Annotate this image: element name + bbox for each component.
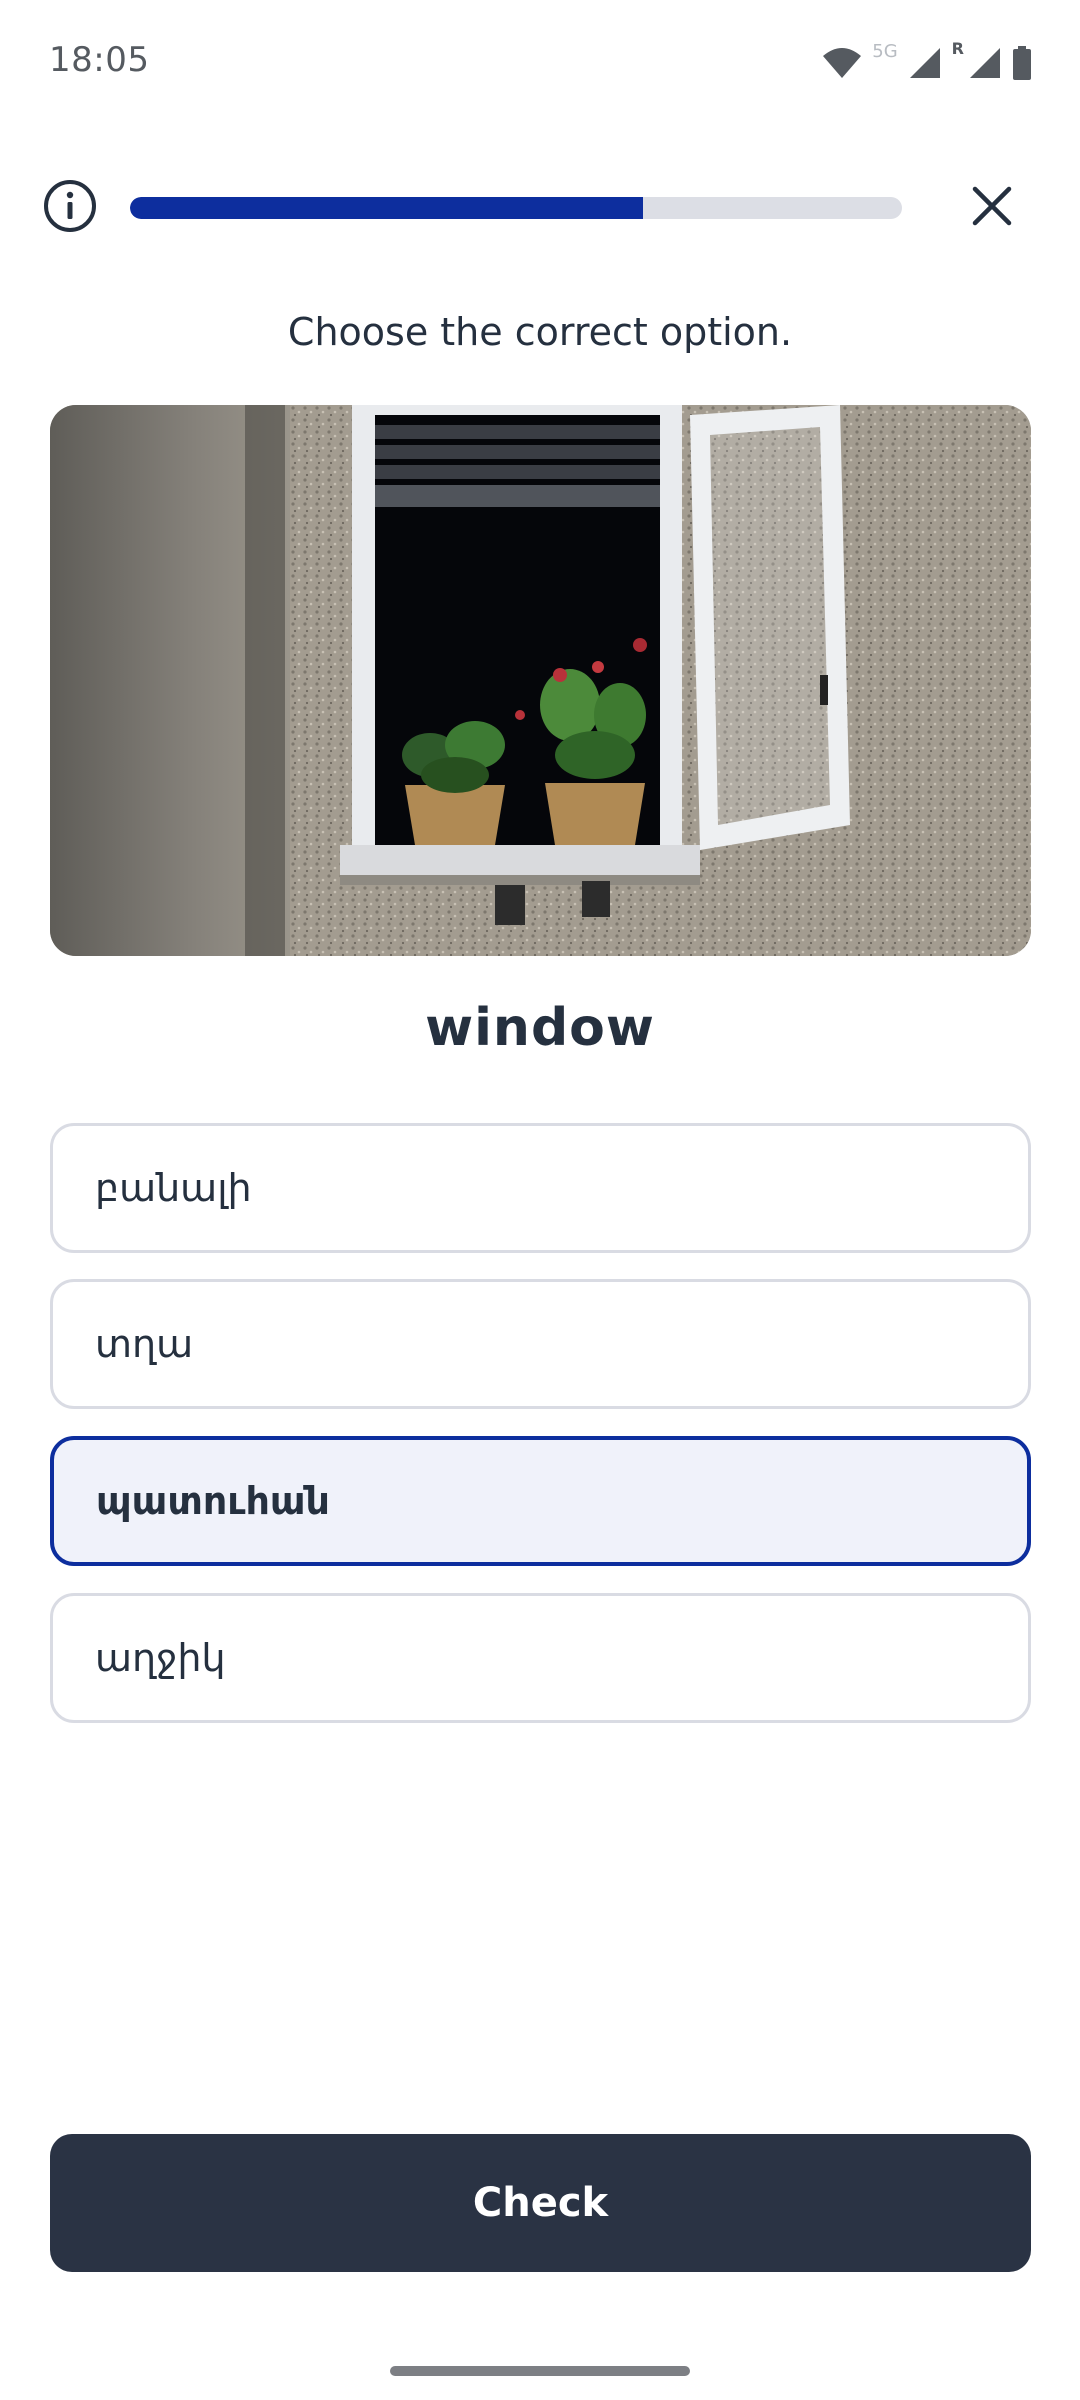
answer-option-label: տղա [95, 1322, 194, 1366]
wifi-icon [822, 46, 862, 80]
check-button-label: Check [472, 2180, 609, 2226]
answer-option[interactable]: աղջիկ [50, 1593, 1031, 1723]
check-button[interactable]: Check [50, 2134, 1031, 2272]
answer-option[interactable]: տղա [50, 1279, 1031, 1409]
battery-icon [1012, 46, 1032, 80]
close-icon [972, 186, 1012, 230]
info-icon [43, 179, 97, 237]
status-bar: 18:05 5G R [0, 0, 1080, 125]
answer-option-label: աղջիկ [95, 1636, 226, 1680]
info-button[interactable] [42, 180, 98, 236]
close-button[interactable] [962, 178, 1022, 238]
signal-icon [908, 46, 942, 80]
prompt-word: window [425, 998, 655, 1058]
lesson-screen: 18:05 5G R Choose the correct option. wi… [0, 0, 1080, 2400]
lesson-progress-fill [130, 197, 644, 219]
answer-option-label: բանալի [95, 1166, 252, 1210]
lesson-progress-bar [130, 197, 902, 219]
status-icons: 5G R [822, 39, 1032, 80]
signal-roaming-icon [968, 46, 1002, 80]
roaming-label: R [951, 39, 964, 58]
exercise-instruction: Choose the correct option. [287, 310, 793, 354]
exercise-image [50, 405, 1031, 956]
answer-option-label: պատուհան [96, 1479, 330, 1523]
home-indicator[interactable] [390, 2366, 690, 2376]
network-type-label: 5G [872, 41, 898, 62]
status-time: 18:05 [49, 40, 150, 80]
answer-option[interactable]: պատուհան [50, 1436, 1031, 1566]
answer-option[interactable]: բանալի [50, 1123, 1031, 1253]
